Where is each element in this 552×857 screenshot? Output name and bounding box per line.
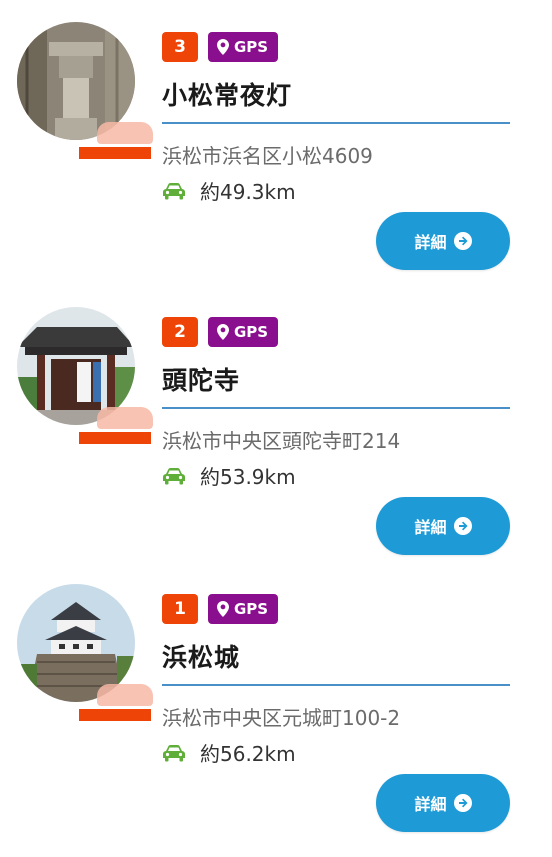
spot-address: 浜松市浜名区小松4609 [162,144,373,168]
divider [162,684,510,686]
spot-thumbnail[interactable] [17,22,153,162]
spot-thumbnail[interactable] [17,584,153,724]
car-icon [163,467,185,484]
spot-title: 浜松城 [162,643,241,672]
thumbnail-decoration [97,684,153,706]
spot-thumbnail[interactable] [17,307,153,447]
spot-title: 小松常夜灯 [162,81,293,110]
thumbnail-decoration [97,407,153,429]
map-pin-icon [217,324,229,340]
badge-row: 1 GPS [162,594,279,624]
spot-distance: 約49.3km [162,176,296,205]
spot-title: 頭陀寺 [162,366,241,395]
gps-badge: GPS [208,32,279,62]
divider [162,122,510,124]
gps-badge: GPS [208,317,279,347]
gps-label: GPS [234,600,269,618]
spot-distance: 約56.2km [162,738,296,767]
detail-button[interactable]: 詳細 [376,497,510,555]
thumbnail-accent-bar [79,432,151,444]
thumbnail-accent-bar [79,709,151,721]
spot-card: 2 GPS 頭陀寺 浜松市中央区頭陀寺町214 約53.9km 詳細 [0,305,552,565]
spot-list: 3 GPS 小松常夜灯 浜松市浜名区小松4609 約49.3km 詳細 2 GP… [0,0,552,857]
badge-row: 2 GPS [162,317,279,347]
map-pin-icon [217,601,229,617]
spot-card: 3 GPS 小松常夜灯 浜松市浜名区小松4609 約49.3km 詳細 [0,20,552,280]
rank-badge: 2 [162,317,198,347]
detail-label: 詳細 [414,795,447,814]
detail-label: 詳細 [414,233,447,252]
spot-distance: 約53.9km [162,461,296,490]
arrow-right-circle-icon [453,794,472,812]
arrow-right-circle-icon [453,517,472,535]
arrow-right-circle-icon [453,232,472,250]
spot-card: 1 GPS 浜松城 浜松市中央区元城町100-2 約56.2km 詳細 [0,582,552,842]
thumbnail-decoration [97,122,153,144]
gps-label: GPS [234,38,269,56]
distance-text: 約49.3km [200,180,296,204]
distance-text: 約53.9km [200,465,296,489]
distance-text: 約56.2km [200,742,296,766]
thumbnail-accent-bar [79,147,151,159]
detail-button[interactable]: 詳細 [376,212,510,270]
gps-badge: GPS [208,594,279,624]
detail-button[interactable]: 詳細 [376,774,510,832]
gps-label: GPS [234,323,269,341]
spot-address: 浜松市中央区頭陀寺町214 [162,429,401,453]
divider [162,407,510,409]
car-icon [163,182,185,199]
badge-row: 3 GPS [162,32,279,62]
rank-badge: 1 [162,594,198,624]
map-pin-icon [217,39,229,55]
car-icon [163,744,185,761]
detail-label: 詳細 [414,518,447,537]
rank-badge: 3 [162,32,198,62]
spot-address: 浜松市中央区元城町100-2 [162,706,401,730]
